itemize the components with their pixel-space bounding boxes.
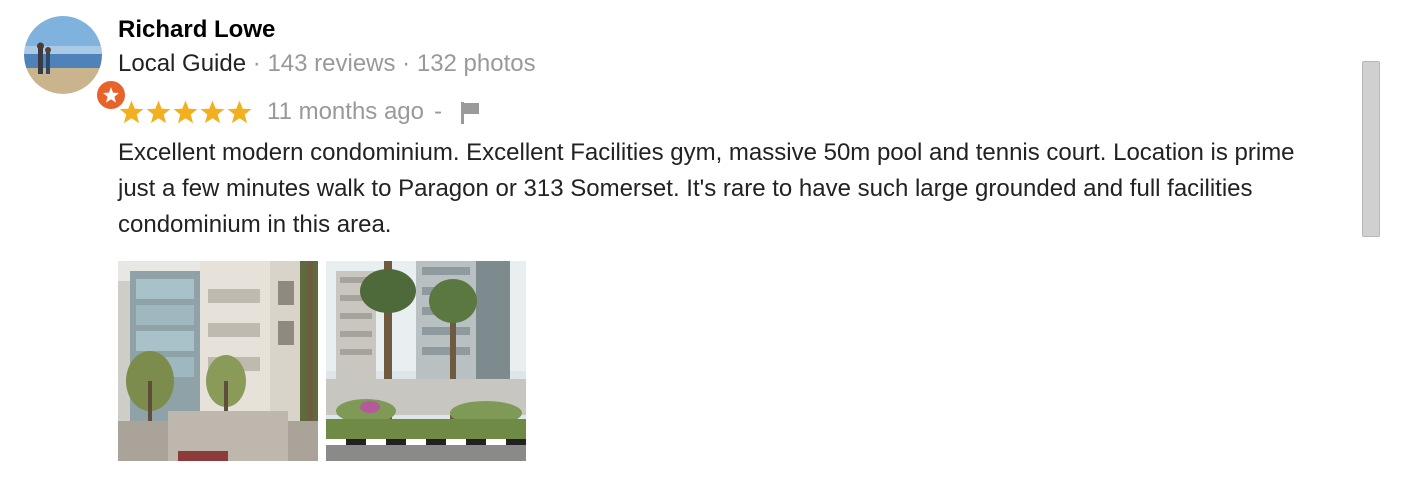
meta-separator: · — [252, 50, 261, 77]
star-icon — [173, 100, 198, 124]
reviews-count: 143 reviews — [267, 50, 396, 77]
rating-row: 11 months ago - — [118, 96, 482, 128]
star-icon — [200, 100, 225, 124]
star-icon — [227, 100, 252, 124]
avatar-photo — [24, 16, 102, 94]
building-photo-icon — [118, 261, 318, 461]
avatar[interactable] — [24, 16, 128, 112]
review-time: 11 months ago — [267, 98, 424, 125]
towers-photo-icon — [326, 261, 526, 461]
author-name[interactable]: Richard Lowe — [118, 16, 275, 44]
meta-separator: · — [402, 50, 411, 77]
review-photo-1[interactable] — [118, 261, 318, 461]
scrollbar-thumb[interactable] — [1362, 61, 1380, 237]
photos-count: 132 photos — [416, 50, 536, 77]
dash-separator: - — [434, 98, 442, 125]
review-text: Excellent modern condominium. Excellent … — [118, 139, 1295, 238]
review-photo-2[interactable] — [326, 261, 526, 461]
flag-icon[interactable] — [458, 98, 482, 126]
star-icon — [146, 100, 171, 124]
star-rating — [118, 99, 253, 125]
review-card: Richard Lowe Local Guide · 143 reviews ·… — [0, 0, 1416, 488]
local-guide-label[interactable]: Local Guide — [118, 50, 246, 77]
star-icon — [119, 100, 144, 124]
author-meta: Local Guide · 143 reviews · 132 photos — [118, 50, 536, 78]
